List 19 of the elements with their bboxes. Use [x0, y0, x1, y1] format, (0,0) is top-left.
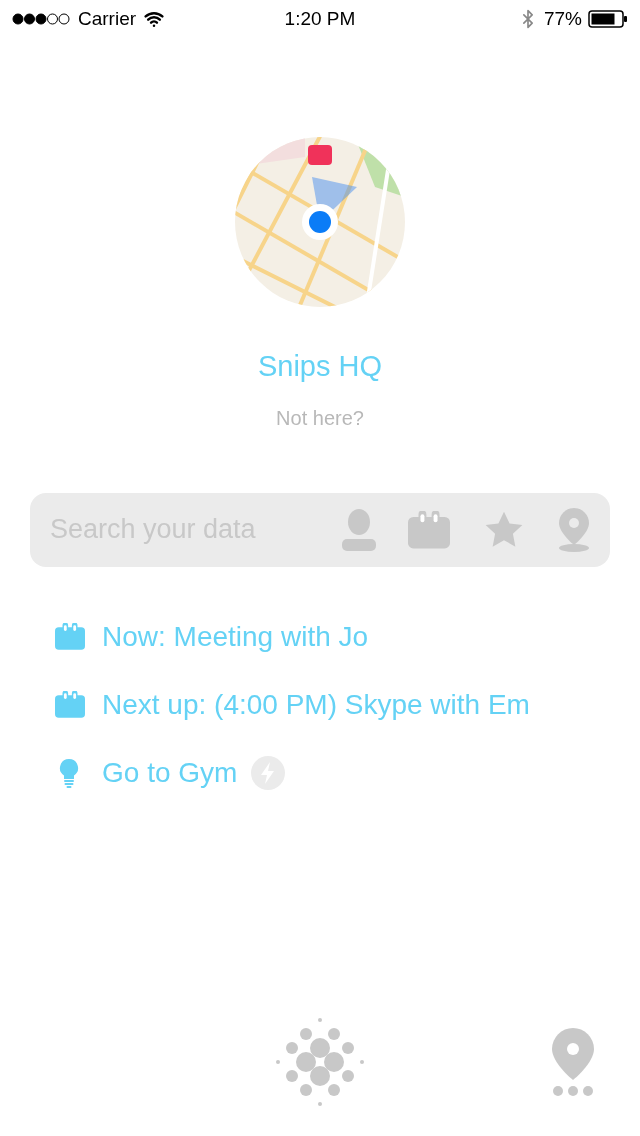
person-icon[interactable] — [342, 508, 376, 551]
signal-icon — [12, 13, 70, 25]
calendar-icon — [55, 691, 85, 718]
calendar-icon — [55, 623, 85, 650]
location-pin-icon[interactable] — [558, 507, 590, 552]
battery-icon — [588, 10, 628, 28]
dots-logo-icon[interactable] — [274, 1016, 366, 1108]
status-time: 1:20 PM — [284, 6, 356, 31]
not-here-link[interactable]: Not here? — [276, 402, 364, 433]
wifi-icon — [144, 9, 165, 29]
lightbulb-icon — [59, 757, 79, 788]
location-pin-icon[interactable] — [552, 1028, 594, 1096]
suggestion-item[interactable]: Next up: (4:00 PM) Skype with Em — [102, 683, 530, 726]
suggestion-item[interactable]: Go to Gym — [102, 751, 238, 794]
location-name: Snips HQ — [257, 349, 383, 384]
battery-percent: 77% — [543, 6, 582, 31]
carrier-name: Carrier — [78, 6, 137, 31]
calendar-icon — [408, 510, 450, 549]
suggestion-item[interactable]: Now: Meeting with Jo — [102, 615, 369, 658]
